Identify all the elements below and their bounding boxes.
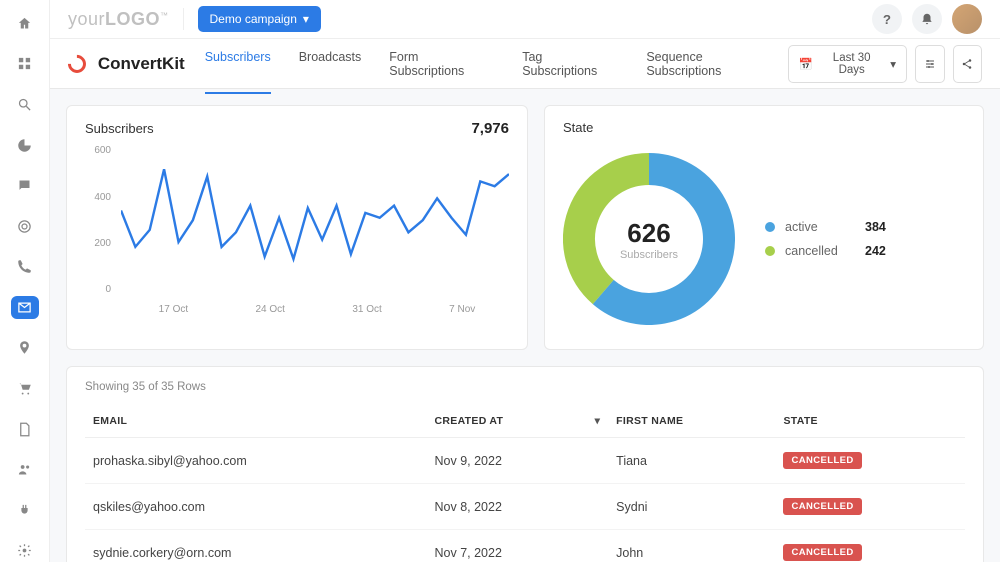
nav-cart-icon[interactable] [11, 377, 39, 400]
nav-document-icon[interactable] [11, 418, 39, 441]
user-avatar[interactable] [952, 4, 982, 34]
nav-users-icon[interactable] [11, 458, 39, 481]
col-first-name[interactable]: FIRST NAME [608, 405, 775, 438]
state-legend: active 384 cancelled 242 [765, 220, 886, 258]
legend-active: active 384 [765, 220, 886, 234]
chart-total: 7,976 [471, 120, 509, 137]
state-donut-chart: 626 Subscribers [563, 153, 735, 325]
cell-first-name: Sydni [608, 484, 775, 530]
nav-analytics-icon[interactable] [11, 134, 39, 157]
cell-first-name: John [608, 530, 775, 562]
col-created-at[interactable]: CREATED AT▾ [427, 405, 609, 438]
tabs: Subscribers Broadcasts Form Subscription… [205, 34, 778, 94]
table-info: Showing 35 of 35 Rows [85, 381, 965, 393]
col-state[interactable]: STATE [775, 405, 965, 438]
nav-chat-icon[interactable] [11, 174, 39, 197]
cell-created: Nov 7, 2022 [427, 530, 609, 562]
tabbar: ConvertKit Subscribers Broadcasts Form S… [50, 39, 1000, 89]
table-row[interactable]: qskiles@yahoo.comNov 8, 2022Sydni CANCELL… [85, 484, 965, 530]
col-email[interactable]: EMAIL [85, 405, 427, 438]
tab-broadcasts[interactable]: Broadcasts [299, 34, 362, 94]
cell-state: CANCELLED [775, 438, 965, 484]
cell-state: CANCELLED [775, 484, 965, 530]
legend-dot-icon [765, 246, 775, 256]
share-button[interactable] [953, 45, 982, 83]
cell-state: CANCELLED [775, 530, 965, 562]
settings-button[interactable] [915, 45, 944, 83]
cell-email: prohaska.sibyl@yahoo.com [85, 438, 427, 484]
cell-created: Nov 9, 2022 [427, 438, 609, 484]
subscribers-table-card: Showing 35 of 35 Rows EMAIL CREATED AT▾ … [66, 366, 984, 562]
state-title: State [563, 120, 593, 135]
nav-location-icon[interactable] [11, 337, 39, 360]
convertkit-icon [64, 51, 89, 76]
date-range-dropdown[interactable]: 📅Last 30 Days▾ [788, 45, 907, 83]
chevron-down-icon: ▾ [890, 57, 896, 71]
nav-target-icon[interactable] [11, 215, 39, 238]
donut-value: 626 [627, 218, 670, 249]
state-badge: CANCELLED [783, 498, 861, 515]
state-badge: CANCELLED [783, 544, 861, 561]
help-button[interactable]: ? [872, 4, 902, 34]
nav-email-icon[interactable] [11, 296, 39, 319]
campaign-dropdown[interactable]: Demo campaign▾ [198, 6, 321, 32]
brand-name: ConvertKit [98, 54, 185, 74]
tab-sequence-subscriptions[interactable]: Sequence Subscriptions [646, 34, 777, 94]
nav-phone-icon[interactable] [11, 255, 39, 278]
logo: yourLOGO™ [68, 9, 169, 30]
cell-first-name: Tiana [608, 438, 775, 484]
nav-search-icon[interactable] [11, 93, 39, 116]
tab-subscribers[interactable]: Subscribers [205, 34, 271, 94]
legend-cancelled: cancelled 242 [765, 244, 886, 258]
content: Subscribers 7,976 600 400 200 0 17 Oct [50, 89, 1000, 562]
subscribers-line-chart: 600 400 200 0 17 Oct 24 Oct 31 Oct 7 Nov [85, 145, 509, 315]
sidebar [0, 0, 50, 562]
nav-plug-icon[interactable] [11, 499, 39, 522]
tab-form-subscriptions[interactable]: Form Subscriptions [389, 34, 494, 94]
nav-home-icon[interactable] [11, 12, 39, 35]
cell-email: sydnie.corkery@orn.com [85, 530, 427, 562]
tab-tag-subscriptions[interactable]: Tag Subscriptions [522, 34, 618, 94]
main-area: yourLOGO™ Demo campaign▾ ? ConvertKit Su… [50, 0, 1000, 562]
subscribers-chart-card: Subscribers 7,976 600 400 200 0 17 Oct [66, 105, 528, 350]
cell-email: qskiles@yahoo.com [85, 484, 427, 530]
cell-created: Nov 8, 2022 [427, 484, 609, 530]
chart-title: Subscribers [85, 121, 154, 136]
chevron-down-icon: ▾ [303, 12, 309, 26]
divider [183, 8, 184, 30]
sort-desc-icon: ▾ [595, 415, 601, 427]
legend-dot-icon [765, 222, 775, 232]
nav-apps-icon[interactable] [11, 53, 39, 76]
calendar-icon: 📅 [799, 57, 813, 71]
subscribers-table: EMAIL CREATED AT▾ FIRST NAME STATE proha… [85, 405, 965, 562]
state-chart-card: State 626 Subscribers [544, 105, 984, 350]
notifications-button[interactable] [912, 4, 942, 34]
state-badge: CANCELLED [783, 452, 861, 469]
table-row[interactable]: prohaska.sibyl@yahoo.comNov 9, 2022Tiana… [85, 438, 965, 484]
nav-settings-icon[interactable] [11, 540, 39, 562]
donut-label: Subscribers [620, 249, 678, 261]
table-row[interactable]: sydnie.corkery@orn.comNov 7, 2022John CAN… [85, 530, 965, 562]
